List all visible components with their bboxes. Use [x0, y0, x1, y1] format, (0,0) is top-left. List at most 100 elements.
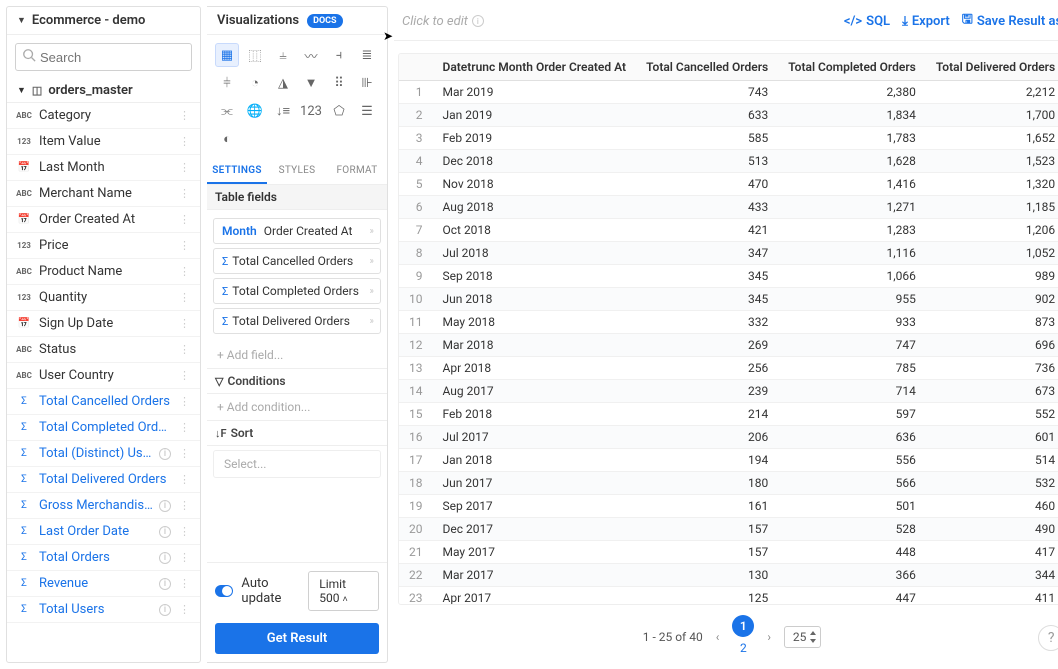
- dimension-field[interactable]: 📅Sign Up Date⋮: [7, 311, 200, 337]
- dimension-field[interactable]: 📅Order Created At⋮: [7, 207, 200, 233]
- more-icon[interactable]: ⋮: [177, 447, 192, 460]
- more-icon[interactable]: ⋮: [177, 577, 192, 590]
- table-row[interactable]: 1Mar 20197432,3802,212: [399, 81, 1058, 104]
- table-row[interactable]: 2Jan 20196331,8341,700: [399, 104, 1058, 127]
- table-row[interactable]: 10Jun 2018345955902: [399, 288, 1058, 311]
- table-row[interactable]: 7Oct 20184211,2831,206: [399, 219, 1058, 242]
- measure-field[interactable]: ΣTotal Delivered Orders⋮: [7, 467, 200, 493]
- funnel-icon[interactable]: ▼: [299, 71, 323, 95]
- more-icon[interactable]: ⋮: [177, 499, 192, 512]
- more-icon[interactable]: ⋮: [177, 265, 192, 278]
- save-result-button[interactable]: 🖫 Save Result as: [962, 10, 1058, 32]
- measure-field[interactable]: ΣTotal Cancelled Orders⋮: [7, 389, 200, 415]
- table-row[interactable]: 14Aug 2017239714673: [399, 380, 1058, 403]
- dataset-section[interactable]: ▼ ◫ orders_master: [7, 79, 200, 103]
- auto-update-toggle[interactable]: [215, 585, 233, 597]
- table-row[interactable]: 20Dec 2017157528490: [399, 518, 1058, 541]
- page-size-select[interactable]: 25: [784, 626, 822, 648]
- measure-field[interactable]: ΣRevenuei⋮: [7, 571, 200, 597]
- number-icon[interactable]: 123: [299, 99, 323, 123]
- more-icon[interactable]: ⋮: [177, 291, 192, 304]
- dimension-field[interactable]: 123Price⋮: [7, 233, 200, 259]
- search-input[interactable]: [40, 50, 185, 65]
- measure-field[interactable]: ΣTotal (Distinct) Usersi⋮: [7, 441, 200, 467]
- dimension-field[interactable]: ABCProduct Name⋮: [7, 259, 200, 285]
- more-icon[interactable]: ⋮: [177, 317, 192, 330]
- measure-field[interactable]: ΣGross Merchandise V...i⋮: [7, 493, 200, 519]
- chip-handle-icon[interactable]: › ›: [370, 286, 373, 297]
- more-icon[interactable]: ⋮: [177, 109, 192, 122]
- column-icon[interactable]: ⫞: [327, 43, 351, 67]
- table-row[interactable]: 6Aug 20184331,2711,185: [399, 196, 1058, 219]
- docs-pill[interactable]: DOCS: [307, 14, 342, 28]
- column-header[interactable]: Total Delivered Orders: [926, 54, 1058, 81]
- sort-select[interactable]: Select...: [213, 450, 381, 478]
- pie-icon[interactable]: ◔: [243, 71, 267, 95]
- table-row[interactable]: 21May 2017157448417: [399, 541, 1058, 564]
- more-icon[interactable]: ⋮: [177, 135, 192, 148]
- chip-handle-icon[interactable]: › ›: [370, 256, 373, 267]
- table-icon[interactable]: ▦: [215, 43, 239, 67]
- column-header[interactable]: Total Cancelled Orders: [636, 54, 778, 81]
- info-icon[interactable]: i: [159, 604, 171, 616]
- info-icon[interactable]: i: [159, 500, 171, 512]
- list-icon[interactable]: ☰: [355, 99, 379, 123]
- tab-settings[interactable]: SETTINGS: [207, 159, 267, 184]
- dimension-field[interactable]: 📅Last Month⋮: [7, 155, 200, 181]
- conditions-heading[interactable]: ▽ Conditions: [207, 368, 387, 394]
- sql-button[interactable]: </> SQL: [844, 10, 890, 32]
- export-button[interactable]: ⤓ Export: [902, 10, 950, 32]
- polygon-icon[interactable]: ⬠: [327, 99, 351, 123]
- more-icon[interactable]: ⋮: [177, 395, 192, 408]
- page-number[interactable]: 1: [732, 615, 754, 637]
- measure-field[interactable]: ΣTotal Ordersi⋮: [7, 545, 200, 571]
- dimension-field[interactable]: ABCMerchant Name⋮: [7, 181, 200, 207]
- viz-field-chip[interactable]: ΣTotal Cancelled Orders› ›: [213, 248, 381, 274]
- rownum-header[interactable]: [399, 54, 433, 81]
- scatter-icon[interactable]: ⠿: [327, 71, 351, 95]
- get-result-button[interactable]: Get Result: [215, 623, 379, 654]
- gauge-icon[interactable]: ◐: [215, 127, 239, 151]
- more-icon[interactable]: ⋮: [177, 213, 192, 226]
- more-icon[interactable]: ⋮: [177, 421, 192, 434]
- title-editor[interactable]: Click to edit i: [402, 14, 484, 29]
- dataset-title[interactable]: ▼ Ecommerce - demo: [7, 7, 200, 35]
- sort-icon[interactable]: ↓≡: [271, 99, 295, 123]
- table-row[interactable]: 12Mar 2018269747696: [399, 334, 1058, 357]
- stacked-icon[interactable]: ⊪: [355, 71, 379, 95]
- measure-field[interactable]: ΣLast Order Datei⋮: [7, 519, 200, 545]
- tab-format[interactable]: FORMAT: [327, 159, 387, 184]
- hstack-icon[interactable]: ⫘: [215, 99, 239, 123]
- limit-dropdown[interactable]: Limit 500 ˄: [308, 571, 379, 611]
- more-icon[interactable]: ⋮: [177, 239, 192, 252]
- viz-field-chip[interactable]: ΣTotal Delivered Orders› ›: [213, 308, 381, 334]
- info-icon[interactable]: i: [159, 526, 171, 538]
- search-box[interactable]: [15, 43, 192, 71]
- column-header[interactable]: Total Completed Orders: [778, 54, 926, 81]
- combo-icon[interactable]: ◮: [271, 71, 295, 95]
- table-row[interactable]: 19Sep 2017161501460: [399, 495, 1058, 518]
- table-row[interactable]: 9Sep 20183451,066989: [399, 265, 1058, 288]
- more-icon[interactable]: ⋮: [177, 369, 192, 382]
- chip-handle-icon[interactable]: › ›: [370, 226, 373, 237]
- table-row[interactable]: 5Nov 20184701,4161,320: [399, 173, 1058, 196]
- table-row[interactable]: 18Jun 2017180566532: [399, 472, 1058, 495]
- bar-icon[interactable]: ⫨: [271, 43, 295, 67]
- more-icon[interactable]: ⋮: [177, 525, 192, 538]
- page-number[interactable]: 2: [732, 637, 754, 659]
- more-icon[interactable]: ⋮: [177, 187, 192, 200]
- dimension-field[interactable]: ABCStatus⋮: [7, 337, 200, 363]
- dimension-field[interactable]: 123Item Value⋮: [7, 129, 200, 155]
- measure-field[interactable]: ΣTotal Completed Orders⋮: [7, 415, 200, 441]
- result-table-wrapper[interactable]: Datetrunc Month Order Created AtTotal Ca…: [398, 53, 1058, 605]
- table-row[interactable]: 4Dec 20185131,6281,523: [399, 150, 1058, 173]
- table-row[interactable]: 3Feb 20195851,7831,652: [399, 127, 1058, 150]
- page-next[interactable]: ›: [764, 630, 774, 644]
- table-row[interactable]: 13Apr 2018256785736: [399, 357, 1058, 380]
- globe-icon[interactable]: 🌐: [243, 99, 267, 123]
- table-row[interactable]: 11May 2018332933873: [399, 311, 1058, 334]
- info-icon[interactable]: i: [159, 448, 171, 460]
- dimension-field[interactable]: 123Quantity⋮: [7, 285, 200, 311]
- chip-handle-icon[interactable]: › ›: [370, 316, 373, 327]
- more-icon[interactable]: ⋮: [177, 161, 192, 174]
